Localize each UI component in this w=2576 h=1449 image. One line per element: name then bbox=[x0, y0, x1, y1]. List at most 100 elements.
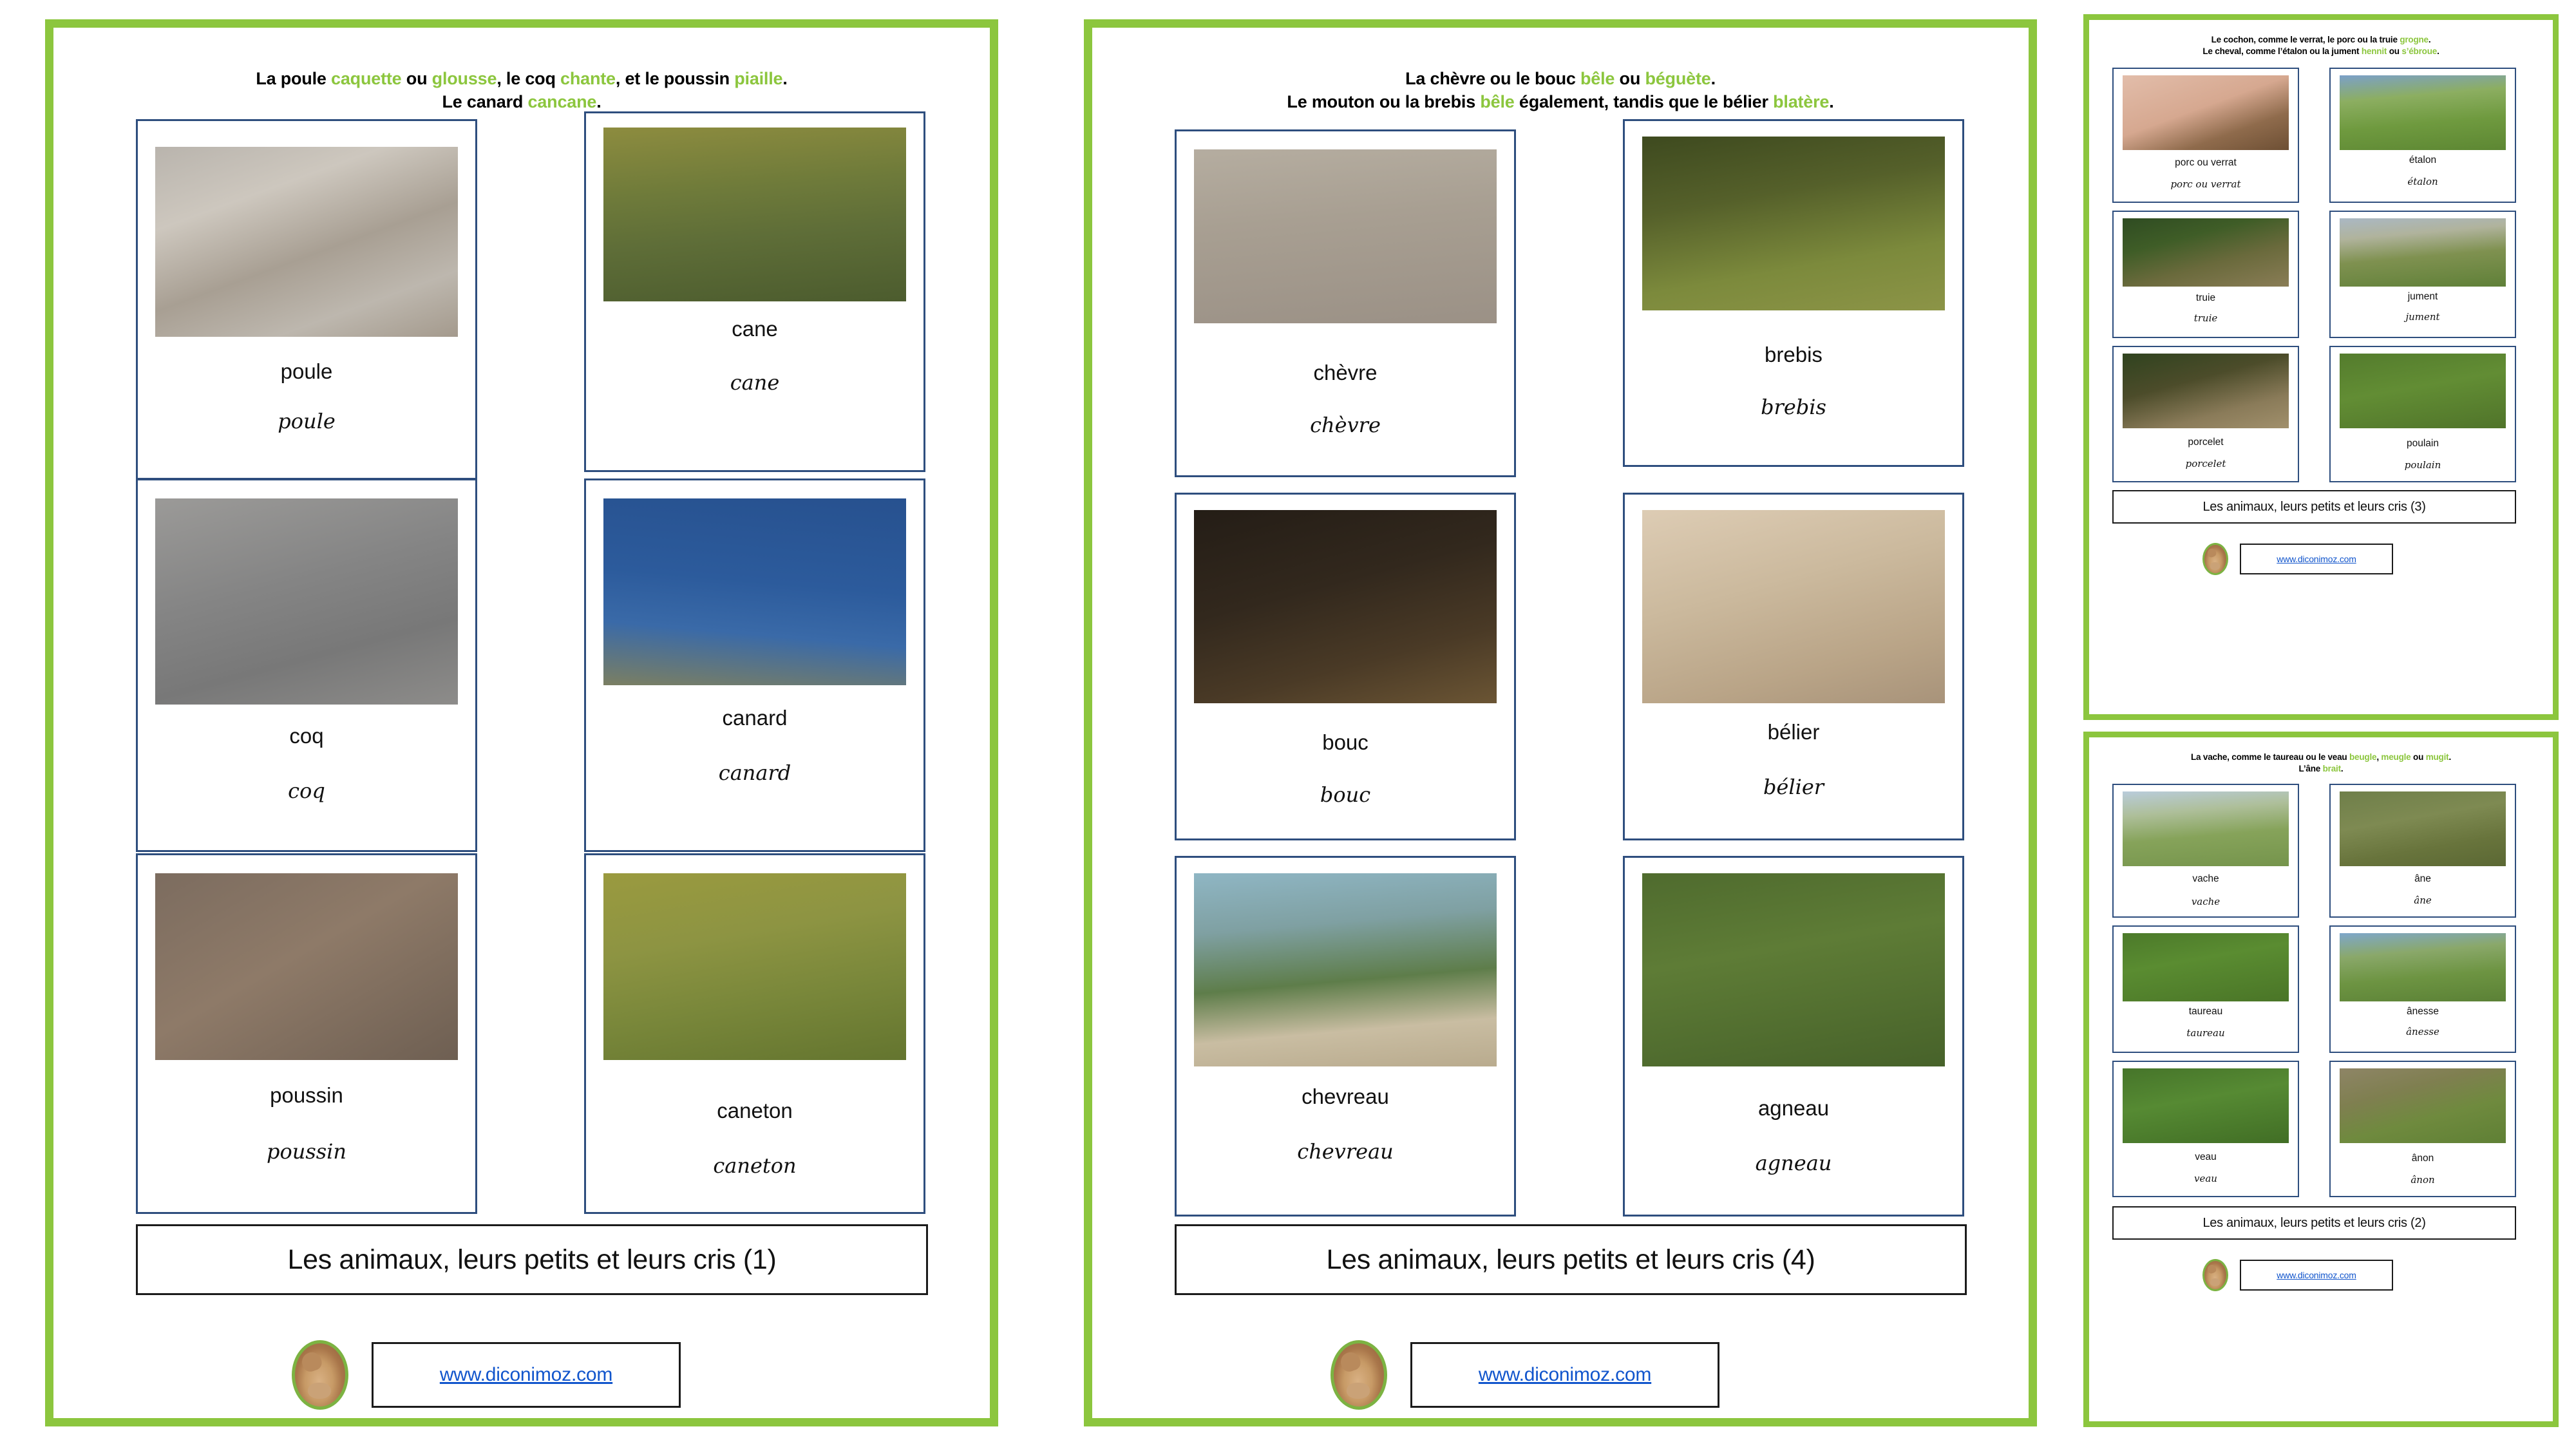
card-word-printed: veau bbox=[2195, 1151, 2217, 1162]
card-word-printed: âne bbox=[2414, 873, 2431, 884]
cry-word: beugle bbox=[2349, 752, 2377, 762]
website-url-box[interactable]: www.diconimoz.com bbox=[2240, 1260, 2393, 1291]
logo-snout-shape bbox=[1347, 1382, 1370, 1399]
sheet-4-heading: La chèvre ou le bouc bêle ou béguète. Le… bbox=[1092, 68, 2029, 113]
sheet-1-inner: La poule caquette ou glousse, le coq cha… bbox=[53, 28, 990, 1418]
card-word-cursive: taureau bbox=[2186, 1027, 2225, 1039]
cry-word: glousse bbox=[431, 69, 497, 88]
jenny-donkey-grazing-photo bbox=[2340, 933, 2506, 1001]
diconimoz-dog-logo-icon bbox=[292, 1340, 348, 1410]
ram-with-curled-horns-photo bbox=[1642, 510, 1945, 703]
card-word-printed: porc ou verrat bbox=[2175, 157, 2237, 168]
flash-card-vache[interactable]: vache vache bbox=[2112, 784, 2299, 918]
flash-card-porc-verrat[interactable]: porc ou verrat porc ou verrat bbox=[2112, 68, 2299, 203]
sheet-2-inner: La vache, comme le taureau ou le veau be… bbox=[2089, 737, 2553, 1421]
card-word-printed: brebis bbox=[1765, 343, 1823, 366]
website-link[interactable]: www.diconimoz.com bbox=[440, 1364, 613, 1386]
card-word-cursive: chèvre bbox=[1310, 413, 1381, 437]
flash-card-cane[interactable]: cane cane bbox=[584, 111, 925, 472]
website-link[interactable]: www.diconimoz.com bbox=[2277, 1270, 2356, 1280]
flash-card-etalon[interactable]: étalon étalon bbox=[2329, 68, 2516, 203]
website-url-box[interactable]: www.diconimoz.com bbox=[2240, 544, 2393, 574]
two-calves-in-grass-photo bbox=[2123, 1068, 2289, 1143]
flash-card-chevre[interactable]: chèvre chèvre bbox=[1175, 129, 1516, 477]
sheet-4-footer: www.diconimoz.com bbox=[1331, 1340, 1719, 1410]
flash-card-porcelet[interactable]: porcelet porcelet bbox=[2112, 346, 2299, 482]
spotted-piglet-photo bbox=[2123, 354, 2289, 428]
card-word-cursive: coq bbox=[288, 779, 325, 803]
flash-card-canard[interactable]: canard canard bbox=[584, 478, 925, 852]
sheet-1-heading: La poule caquette ou glousse, le coq cha… bbox=[53, 68, 990, 113]
card-word-cursive: jument bbox=[2405, 311, 2440, 323]
flash-card-poulain[interactable]: poulain poulain bbox=[2329, 346, 2516, 482]
flash-card-taureau[interactable]: taureau taureau bbox=[2112, 925, 2299, 1053]
flash-card-brebis[interactable]: brebis brebis bbox=[1623, 119, 1964, 467]
sheet-animal-cries-4: La chèvre ou le bouc bêle ou béguète. Le… bbox=[1084, 19, 2037, 1426]
sheet-3-title-box: Les animaux, leurs petits et leurs cris … bbox=[2112, 490, 2516, 524]
bull-in-pasture-photo bbox=[2123, 933, 2289, 1001]
flash-card-caneton[interactable]: caneton caneton bbox=[584, 853, 925, 1214]
herd-of-cows-photo bbox=[2123, 791, 2289, 866]
cry-word: bêle bbox=[1480, 91, 1515, 111]
card-word-printed: poule bbox=[280, 359, 333, 383]
card-word-printed: coq bbox=[289, 724, 324, 748]
website-link[interactable]: www.diconimoz.com bbox=[1479, 1364, 1652, 1386]
card-word-printed: ânon bbox=[2411, 1153, 2434, 1164]
logo-ear-shape bbox=[2206, 1264, 2217, 1275]
heading-line-1: La poule caquette ou glousse, le coq cha… bbox=[256, 69, 788, 88]
cry-word: grogne bbox=[2400, 35, 2429, 44]
flash-card-anesse[interactable]: ânesse ânesse bbox=[2329, 925, 2516, 1053]
sheet-4-title-box: Les animaux, leurs petits et leurs cris … bbox=[1175, 1224, 1967, 1295]
card-word-cursive: âne bbox=[2414, 895, 2432, 906]
website-url-box[interactable]: www.diconimoz.com bbox=[1410, 1342, 1719, 1408]
card-word-cursive: ânesse bbox=[2406, 1026, 2439, 1037]
mallard-drake-by-water-photo bbox=[603, 498, 906, 685]
website-link[interactable]: www.diconimoz.com bbox=[2277, 554, 2356, 564]
card-word-cursive: porc ou verrat bbox=[2170, 178, 2241, 190]
card-word-cursive: bouc bbox=[1320, 782, 1371, 807]
logo-snout-shape bbox=[2210, 562, 2221, 570]
card-word-printed: canard bbox=[722, 706, 788, 730]
foal-lying-in-grass-photo bbox=[2340, 354, 2506, 428]
flash-card-truie[interactable]: truie truie bbox=[2112, 211, 2299, 338]
website-url-box[interactable]: www.diconimoz.com bbox=[372, 1342, 681, 1408]
diconimoz-dog-logo-icon bbox=[2202, 1259, 2228, 1291]
flash-card-poussin[interactable]: poussin poussin bbox=[136, 853, 477, 1214]
card-word-printed: taureau bbox=[2188, 1006, 2223, 1017]
cry-word: blatère bbox=[1773, 91, 1830, 111]
flash-card-anon[interactable]: ânon ânon bbox=[2329, 1061, 2516, 1197]
flash-card-ane[interactable]: âne âne bbox=[2329, 784, 2516, 918]
flash-card-chevreau[interactable]: chevreau chevreau bbox=[1175, 856, 1516, 1217]
flash-card-poule[interactable]: poule poule bbox=[136, 119, 477, 480]
card-word-cursive: ânon bbox=[2410, 1174, 2435, 1186]
card-word-printed: poulain bbox=[2407, 438, 2439, 449]
sheet-2-title-box: Les animaux, leurs petits et leurs cris … bbox=[2112, 1206, 2516, 1240]
card-word-printed: jument bbox=[2407, 291, 2438, 302]
black-stallion-standing-photo bbox=[2340, 75, 2506, 150]
cry-word: bêle bbox=[1580, 69, 1615, 88]
sheet-title: Les animaux, leurs petits et leurs cris … bbox=[1326, 1244, 1815, 1275]
card-word-printed: vache bbox=[2192, 873, 2219, 884]
flash-card-coq[interactable]: coq coq bbox=[136, 478, 477, 852]
card-word-printed: bouc bbox=[1322, 730, 1368, 754]
sheet-animal-cries-1: La poule caquette ou glousse, le coq cha… bbox=[45, 19, 998, 1426]
flash-card-veau[interactable]: veau veau bbox=[2112, 1061, 2299, 1197]
sow-in-profile-photo bbox=[2123, 218, 2289, 287]
cry-word: chante bbox=[560, 69, 616, 88]
sheet-title: Les animaux, leurs petits et leurs cris … bbox=[287, 1244, 777, 1275]
logo-ear-shape bbox=[1338, 1349, 1363, 1374]
card-word-cursive: agneau bbox=[1755, 1151, 1832, 1175]
flash-card-belier[interactable]: bélier bélier bbox=[1623, 493, 1964, 840]
flash-card-agneau[interactable]: agneau agneau bbox=[1623, 856, 1964, 1217]
card-word-cursive: poussin bbox=[266, 1139, 347, 1164]
cry-word: mugit bbox=[2425, 752, 2449, 762]
sheet-animal-cries-2: La vache, comme le taureau ou le veau be… bbox=[2083, 732, 2559, 1427]
lamb-in-meadow-photo bbox=[1642, 873, 1945, 1066]
flash-card-jument[interactable]: jument jument bbox=[2329, 211, 2516, 338]
logo-snout-shape bbox=[308, 1382, 332, 1399]
flash-card-bouc[interactable]: bouc bouc bbox=[1175, 493, 1516, 840]
billy-goat-in-barn-photo bbox=[1194, 510, 1497, 703]
card-word-cursive: truie bbox=[2193, 312, 2218, 324]
grey-donkey-front-photo bbox=[2340, 791, 2506, 866]
card-word-cursive: poule bbox=[278, 409, 336, 433]
